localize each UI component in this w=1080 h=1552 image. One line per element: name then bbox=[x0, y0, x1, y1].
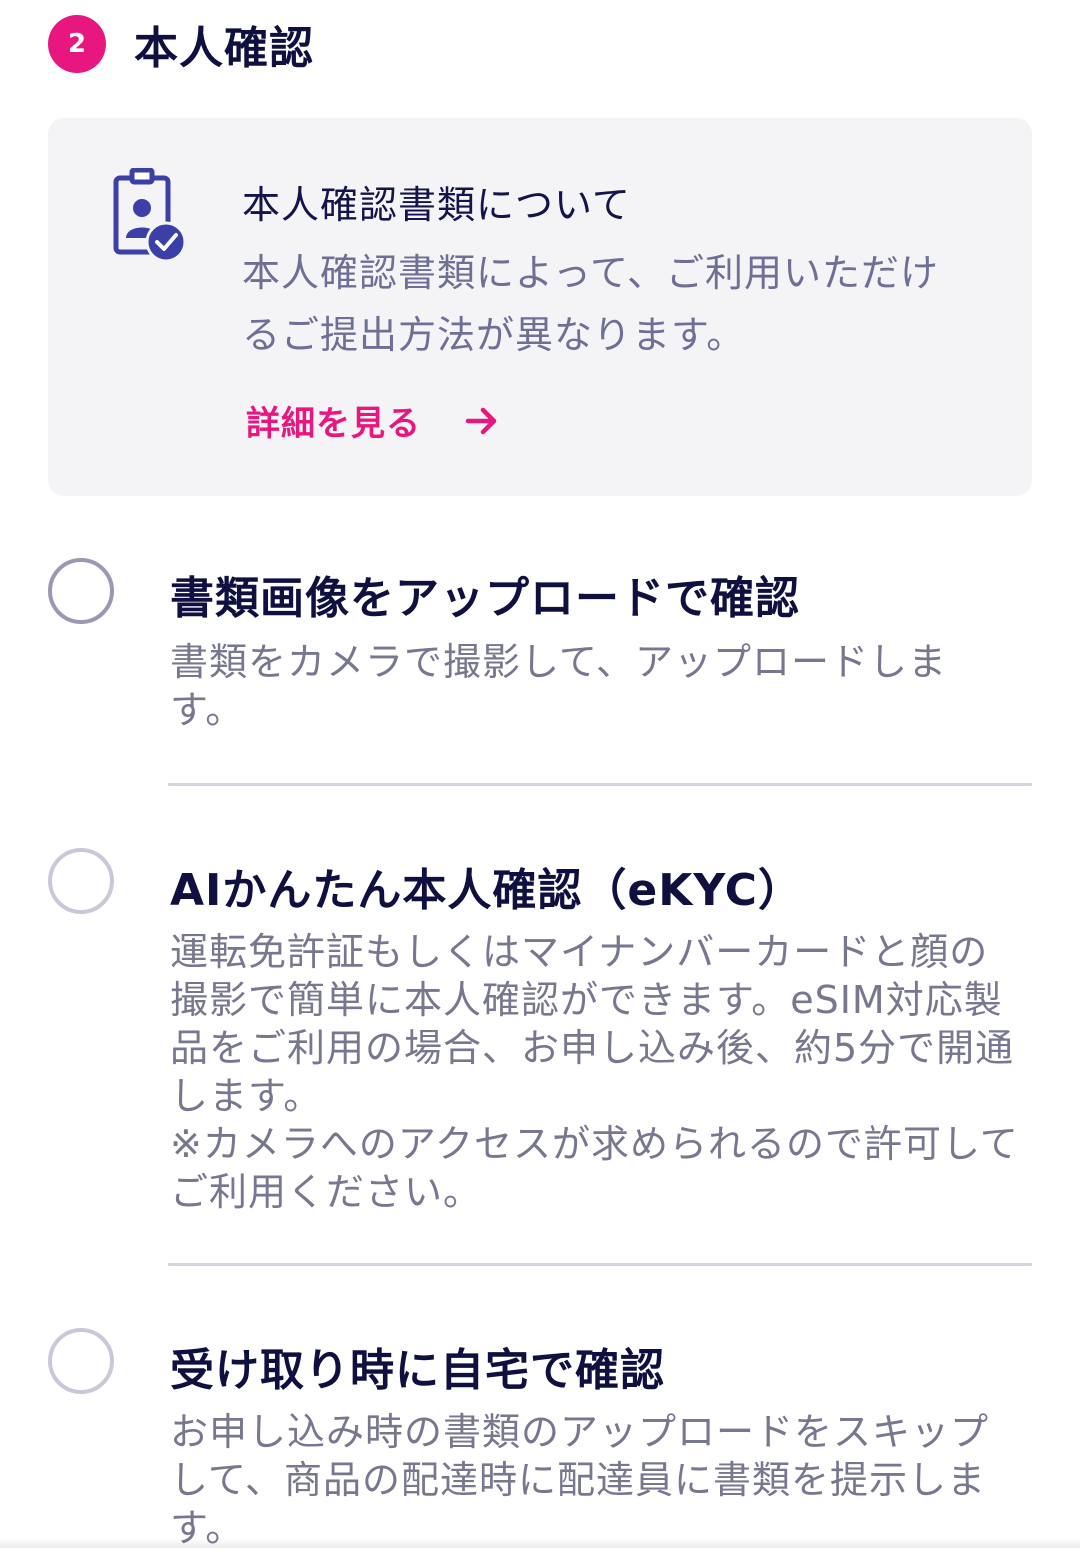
divider bbox=[168, 1263, 1032, 1266]
option-description-text: 運転免許証もしくはマイナンバーカードと顔の撮影で簡単に本人確認ができます。eSI… bbox=[170, 930, 1015, 1118]
option-title: 受け取り時に自宅で確認 bbox=[170, 1345, 665, 1396]
id-badge-check-icon bbox=[113, 168, 186, 263]
info-card-description: 本人確認書類によって、ご利用いただけるご提出方法が異なります。 bbox=[242, 251, 940, 357]
see-details-link[interactable]: 詳細を見る bbox=[246, 396, 499, 445]
radio-upload-documents[interactable] bbox=[48, 558, 114, 624]
option-title: AIかんたん本人確認（eKYC） bbox=[170, 865, 803, 916]
option-description-note: ※カメラへのアクセスが求められるので許可してご利用ください。 bbox=[170, 1122, 1019, 1214]
scroll-shadow bbox=[0, 1538, 1080, 1548]
option-description: 運転免許証もしくはマイナンバーカードと顔の撮影で簡単に本人確認ができます。eSI… bbox=[170, 928, 1020, 1216]
see-details-link-label: 詳細を見る bbox=[246, 404, 421, 444]
divider bbox=[168, 783, 1032, 786]
radio-ai-ekyc[interactable] bbox=[48, 848, 114, 914]
step-title: 本人確認 bbox=[134, 23, 314, 74]
option-ai-ekyc[interactable]: AIかんたん本人確認（eKYC） 運転免許証もしくはマイナンバーカードと顔の撮影… bbox=[48, 846, 1032, 1226]
option-title: 書類画像をアップロードで確認 bbox=[170, 573, 800, 624]
option-description-text: お申し込み時の書類のアップロードをスキップして、商品の配達時に配達員に書類を提示… bbox=[170, 1410, 990, 1550]
step-header: 2 本人確認 bbox=[48, 12, 314, 76]
arrow-right-icon bbox=[465, 407, 497, 434]
option-upload-documents[interactable]: 書類画像をアップロードで確認 書類をカメラで撮影して、アップロードします。 bbox=[48, 556, 1032, 746]
step-number-badge: 2 bbox=[48, 15, 106, 73]
option-home-delivery-verification[interactable]: 受け取り時に自宅で確認 お申し込み時の書類のアップロードをスキップして、商品の配… bbox=[48, 1328, 1032, 1550]
option-description-text: 書類をカメラで撮影して、アップロードします。 bbox=[170, 640, 947, 732]
option-description: お申し込み時の書類のアップロードをスキップして、商品の配達時に配達員に書類を提示… bbox=[170, 1408, 1020, 1552]
id-documents-info-card: 本人確認書類について 本人確認書類によって、ご利用いただけるご提出方法が異なりま… bbox=[48, 118, 1032, 496]
info-card-title: 本人確認書類について bbox=[242, 183, 631, 227]
option-description: 書類をカメラで撮影して、アップロードします。 bbox=[170, 638, 1020, 734]
radio-home-delivery-verification[interactable] bbox=[48, 1328, 114, 1394]
